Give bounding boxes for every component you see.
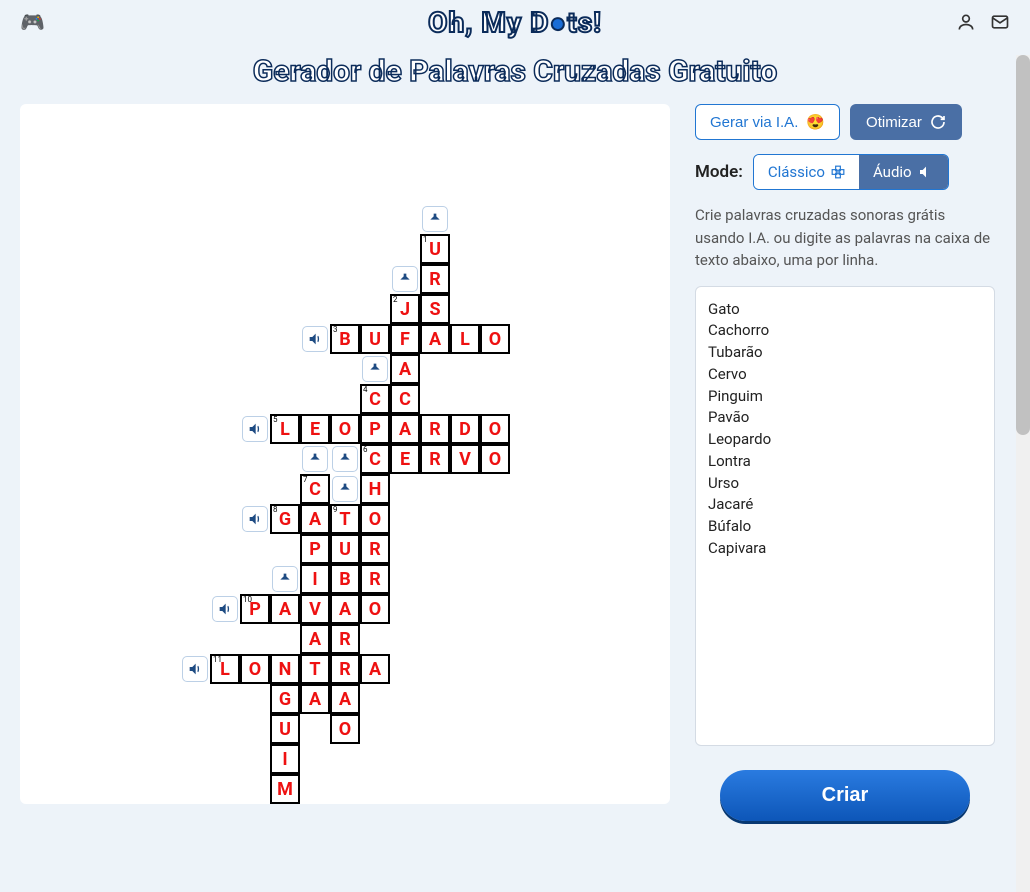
clue-speaker-icon[interactable] [362,356,388,382]
mode-classic-label: Clássico [768,163,825,181]
optimize-button[interactable]: Otimizar [850,104,962,140]
speaker-icon [918,164,934,180]
crossword-cell[interactable]: O [330,414,360,444]
crossword-cell[interactable]: A [300,624,330,654]
crossword-panel: U1RJ2SB3UFALOAC4CL5EOPARDOC6ERVOC7HG8AT9… [20,104,670,804]
crossword-cell[interactable]: V [450,444,480,474]
generate-ai-label: Gerar via I.A. [710,114,798,131]
crossword-cell[interactable]: A [360,654,390,684]
crossword-cell[interactable]: O [360,594,390,624]
page-title: Gerador de Palavras Cruzadas Gratuito [0,54,1030,89]
generate-ai-button[interactable]: Gerar via I.A. 😍 [695,104,840,140]
clue-speaker-icon[interactable] [302,446,328,472]
crossword-cell[interactable]: P [300,534,330,564]
clue-speaker-icon[interactable] [212,596,238,622]
crossword-cell[interactable]: G [270,684,300,714]
heart-eyes-icon: 😍 [806,113,825,131]
mode-classic-option[interactable]: Clássico [754,155,859,189]
mode-toggle: Clássico Áudio [753,154,949,190]
clue-speaker-icon[interactable] [242,506,268,532]
refresh-icon [930,114,946,130]
crossword-cell[interactable]: R [330,624,360,654]
crossword-cell[interactable]: A [270,594,300,624]
clue-speaker-icon[interactable] [302,326,328,352]
scrollbar[interactable] [1016,55,1030,892]
clue-speaker-icon[interactable] [332,446,358,472]
crossword-cell[interactable]: L11 [210,654,240,684]
crossword-cell[interactable]: L5 [270,414,300,444]
crossword-cell[interactable]: O [480,444,510,474]
crossword-cell[interactable]: A [390,354,420,384]
crossword-cell[interactable]: O [240,654,270,684]
crossword-cell[interactable]: A [330,594,360,624]
crossword-cell[interactable]: A [300,684,330,714]
create-button[interactable]: Criar [720,770,970,821]
crossword-cell[interactable]: I [300,564,330,594]
crossword-cell[interactable]: C6 [360,444,390,474]
crossword-cell[interactable]: S [420,294,450,324]
controls-panel: Gerar via I.A. 😍 Otimizar Mode: Clássico… [695,104,995,821]
crossword-cell[interactable]: R [420,264,450,294]
description-text: Crie palavras cruzadas sonoras grátis us… [695,204,995,272]
crossword-cell[interactable]: U1 [420,234,450,264]
mail-icon[interactable] [990,12,1010,32]
crossword-cell[interactable]: O [480,414,510,444]
crossword-cell[interactable]: I [270,744,300,774]
words-input[interactable] [695,286,995,746]
mode-audio-label: Áudio [873,163,912,181]
crossword-cell[interactable]: J2 [390,294,420,324]
crossword-cell[interactable]: R [330,654,360,684]
gamepad-icon[interactable]: 🎮 [20,10,45,34]
crossword-cell[interactable]: P [360,414,390,444]
crossword-cell[interactable]: D [450,414,480,444]
crossword-cell[interactable]: C [390,384,420,414]
crossword-cell[interactable]: U [330,534,360,564]
grid-icon [831,165,845,179]
user-icon[interactable] [956,12,976,32]
crossword-cell[interactable]: O [480,324,510,354]
brand-dot-icon: ● [549,6,567,39]
crossword-cell[interactable]: B [330,564,360,594]
crossword-cell[interactable]: O [330,714,360,744]
crossword-cell[interactable]: F [390,324,420,354]
clue-speaker-icon[interactable] [392,266,418,292]
brand-suffix: ts! [567,6,602,39]
crossword-cell[interactable]: C4 [360,384,390,414]
clue-speaker-icon[interactable] [182,656,208,682]
crossword-cell[interactable]: V [300,594,330,624]
crossword-cell[interactable]: R [420,414,450,444]
crossword-cell[interactable]: N [270,654,300,684]
crossword-cell[interactable]: A [330,684,360,714]
crossword-cell[interactable]: U [270,714,300,744]
crossword-cell[interactable]: P10 [240,594,270,624]
clue-speaker-icon[interactable] [242,416,268,442]
clue-speaker-icon[interactable] [422,206,448,232]
crossword-cell[interactable]: T9 [330,504,360,534]
crossword-cell[interactable]: R [360,564,390,594]
crossword-cell[interactable]: H [360,474,390,504]
crossword-cell[interactable]: E [300,414,330,444]
crossword-cell[interactable]: C7 [300,474,330,504]
crossword-cell[interactable]: A [420,324,450,354]
crossword-cell[interactable]: A [300,504,330,534]
crossword-cell[interactable]: G8 [270,504,300,534]
crossword-cell[interactable]: R [420,444,450,474]
crossword-cell[interactable]: B3 [330,324,360,354]
clue-speaker-icon[interactable] [332,476,358,502]
clue-speaker-icon[interactable] [272,566,298,592]
scroll-thumb[interactable] [1016,55,1030,435]
brand-prefix: Oh, My D [428,6,549,39]
optimize-label: Otimizar [866,114,922,131]
crossword-cell[interactable]: A [390,414,420,444]
crossword-cell[interactable]: E [390,444,420,474]
crossword-cell[interactable]: U [360,324,390,354]
crossword-cell[interactable]: R [360,534,390,564]
crossword-cell[interactable]: O [360,504,390,534]
mode-label: Mode: [695,162,743,182]
mode-audio-option[interactable]: Áudio [859,155,948,189]
crossword-cell[interactable]: T [300,654,330,684]
crossword-cell[interactable]: L [450,324,480,354]
crossword-cell[interactable]: M [270,774,300,804]
brand-logo[interactable]: Oh, My D●ts! [428,6,602,39]
